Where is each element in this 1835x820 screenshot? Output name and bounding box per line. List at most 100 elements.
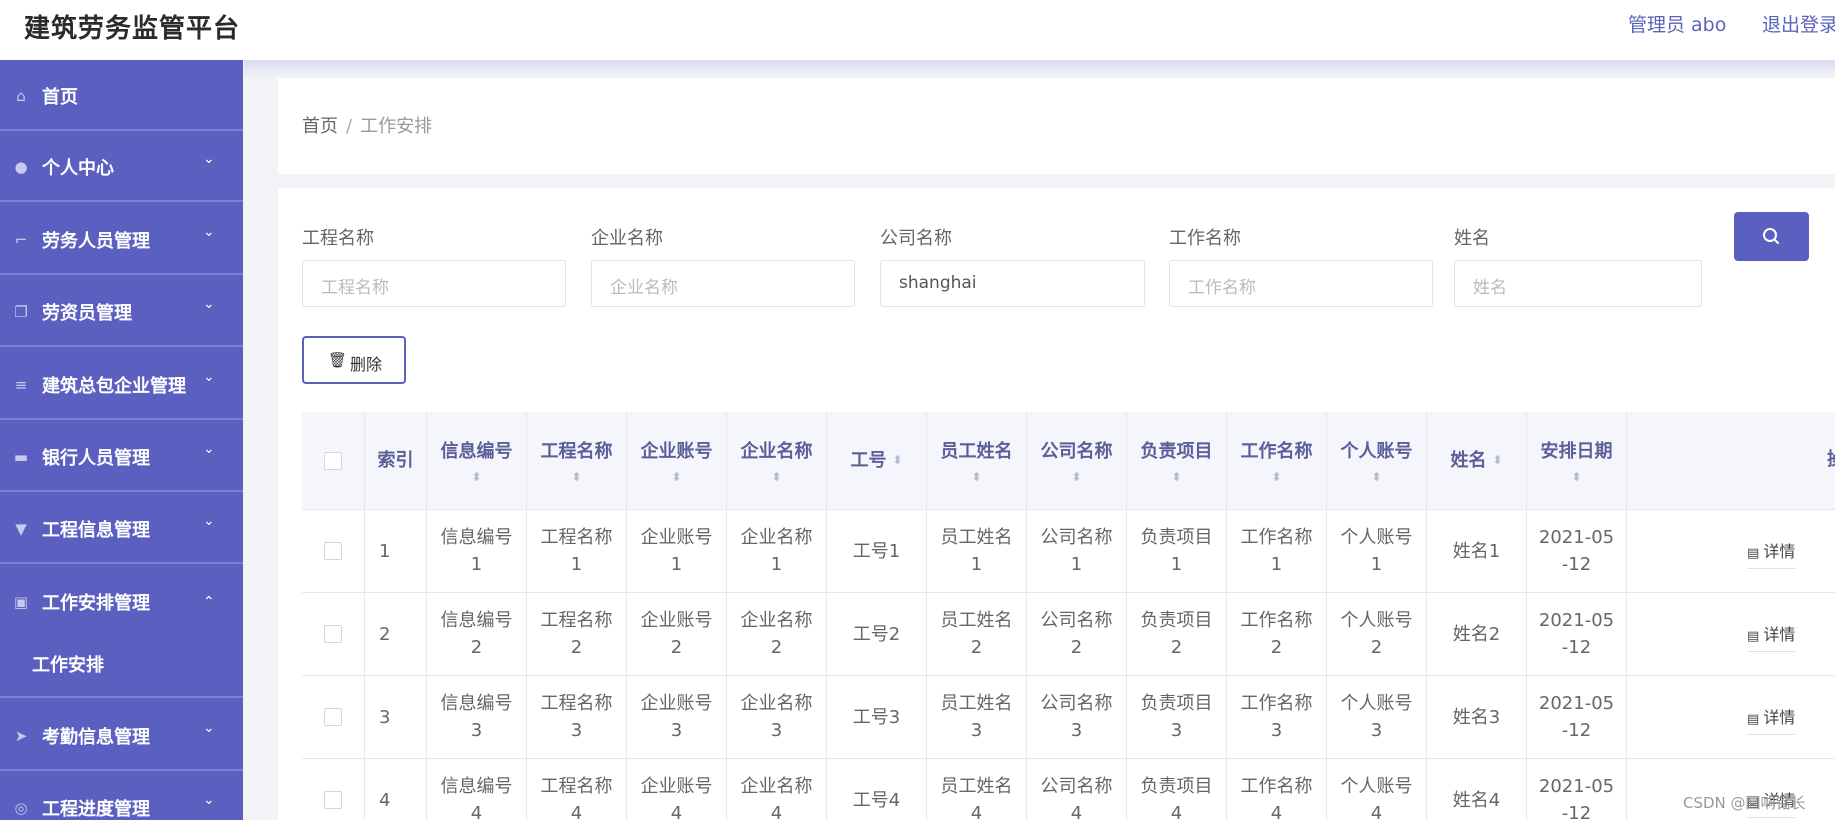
table-cell: 公司名称 1 <box>1027 510 1127 592</box>
table-cell: 工号3 <box>827 676 927 758</box>
select-all-checkbox[interactable] <box>324 451 342 470</box>
chevron-down-icon: ⌄ <box>203 296 215 312</box>
sidebar-item-label: 劳务人员管理 <box>42 231 150 252</box>
column-header[interactable]: 个人账号 ⬍ <box>1327 412 1427 509</box>
sidebar-item-1[interactable]: ⌂ 首页 <box>0 60 243 131</box>
table-cell: 公司名称 2 <box>1027 593 1127 675</box>
row-checkbox[interactable] <box>324 708 342 726</box>
row-checkbox[interactable] <box>324 625 342 643</box>
column-header-label: 工作名称 <box>1240 441 1313 462</box>
column-header[interactable]: 安排日期 ⬍ <box>1527 412 1627 509</box>
column-header[interactable]: 负责项目 ⬍ <box>1127 412 1227 509</box>
column-header[interactable]: 操 <box>1627 412 1835 509</box>
sidebar-item-3[interactable]: ⌐ 劳务人员管理 ⌄ <box>0 204 243 275</box>
table-cell: 4 <box>365 759 427 820</box>
copy-icon: ❐ <box>14 303 28 321</box>
sidebar-item-label: 劳资员管理 <box>42 303 132 324</box>
detail-button[interactable]: ▤ 详情 <box>1747 704 1796 735</box>
logout-link[interactable]: 退出登录 <box>1762 10 1835 37</box>
sidebar-item-6[interactable]: ▬ 银行人员管理 ⌄ <box>0 421 243 492</box>
table-cell: 姓名2 <box>1427 593 1527 675</box>
table-cell: 信息编号 2 <box>427 593 527 675</box>
sidebar-item-4[interactable]: ❐ 劳资员管理 ⌄ <box>0 276 243 347</box>
row-checkbox[interactable] <box>324 791 342 809</box>
sort-icon[interactable]: ⬍ <box>892 447 902 474</box>
column-header[interactable]: 工作名称 ⬍ <box>1227 412 1327 509</box>
sidebar-item-5[interactable]: ≡ 建筑总包企业管理 ⌄ <box>0 349 243 420</box>
sort-icon[interactable]: ⬍ <box>1171 471 1181 483</box>
table-cell: 工作名称 2 <box>1227 593 1327 675</box>
detail-button[interactable]: ▤ 详情 <box>1747 621 1796 652</box>
trash-icon: 🗑 <box>328 351 348 369</box>
sidebar-item-9[interactable]: ➤ 考勤信息管理 ⌄ <box>0 700 243 771</box>
sidebar-item-10[interactable]: ◎ 工程进度管理 ⌄ <box>0 772 243 820</box>
table-cell: 个人账号 3 <box>1327 676 1427 758</box>
search-button[interactable] <box>1734 212 1809 261</box>
table-cell: 工程名称 2 <box>527 593 627 675</box>
home-icon: ⌂ <box>16 87 26 105</box>
column-header[interactable]: 公司名称 ⬍ <box>1027 412 1127 509</box>
column-header[interactable]: 信息编号 ⬍ <box>427 412 527 509</box>
sort-icon[interactable]: ⬍ <box>971 471 981 483</box>
actions-cell <box>1627 593 1835 675</box>
filter-input-3[interactable]: shanghai <box>880 260 1145 307</box>
breadcrumb-current: 工作安排 <box>360 116 433 137</box>
select-all-cell <box>302 412 365 509</box>
filter-label: 工作名称 <box>1169 228 1241 249</box>
sort-icon[interactable]: ⬍ <box>471 471 481 483</box>
sort-icon[interactable]: ⬍ <box>1571 471 1581 483</box>
column-header[interactable]: 工号 ⬍ <box>827 412 927 509</box>
sidebar-item-label: 首页 <box>42 87 78 108</box>
column-header[interactable]: 企业名称 ⬍ <box>727 412 827 509</box>
row-select-cell <box>302 676 365 758</box>
table-cell: 姓名3 <box>1427 676 1527 758</box>
column-header[interactable]: 姓名 ⬍ <box>1427 412 1527 509</box>
sort-icon[interactable]: ⬍ <box>1271 471 1281 483</box>
sidebar-subitem-work-schedule[interactable]: 工作安排 <box>0 627 243 698</box>
table-cell: 信息编号 4 <box>427 759 527 820</box>
column-header-label: 企业账号 <box>640 441 713 462</box>
column-header-label: 操 <box>1827 446 1835 473</box>
table-cell: 负责项目 2 <box>1127 593 1227 675</box>
column-header[interactable]: 工程名称 ⬍ <box>527 412 627 509</box>
column-header-label: 负责项目 <box>1140 441 1213 462</box>
table-cell: 姓名4 <box>1427 759 1527 820</box>
detail-button[interactable]: ▤ 详情 <box>1747 538 1796 569</box>
sort-icon[interactable]: ⬍ <box>771 471 781 483</box>
filter-input-1[interactable]: 工程名称 <box>302 260 566 307</box>
sidebar-item-2[interactable]: ● 个人中心 ⌄ <box>0 131 243 202</box>
breadcrumb-card: 首页 / 工作安排 <box>278 78 1835 174</box>
row-select-cell <box>302 593 365 675</box>
column-header-label: 工程名称 <box>540 441 613 462</box>
breadcrumb-home[interactable]: 首页 <box>302 116 338 137</box>
table-cell: 企业账号 4 <box>627 759 727 820</box>
sort-icon[interactable]: ⬍ <box>1492 447 1502 474</box>
column-header[interactable]: 索引 <box>365 412 427 509</box>
sidebar-item-7[interactable]: ▼ 工程信息管理 ⌄ <box>0 493 243 564</box>
sort-icon[interactable]: ⬍ <box>1071 471 1081 483</box>
column-header-label: 姓名 <box>1450 450 1487 471</box>
column-header[interactable]: 员工姓名 ⬍ <box>927 412 1027 509</box>
delete-button[interactable]: 🗑 删除 <box>302 336 406 384</box>
sort-icon[interactable]: ⬍ <box>671 471 681 483</box>
table-cell: 工程名称 3 <box>527 676 627 758</box>
table-cell: 姓名1 <box>1427 510 1527 592</box>
column-header-label: 安排日期 <box>1540 441 1613 462</box>
filter-input-5[interactable]: 姓名 <box>1454 260 1702 307</box>
document-icon: ▤ <box>1747 546 1764 561</box>
chevron-down-icon: ⌄ <box>203 792 215 808</box>
table-cell: 工号1 <box>827 510 927 592</box>
row-checkbox[interactable] <box>324 542 342 560</box>
admin-user[interactable]: 管理员 abo <box>1628 10 1726 37</box>
breadcrumb: 首页 / 工作安排 <box>302 112 432 138</box>
header-shadow <box>244 60 1835 78</box>
sort-icon[interactable]: ⬍ <box>571 471 581 483</box>
filter-label: 公司名称 <box>880 228 952 249</box>
filter-input-2[interactable]: 企业名称 <box>591 260 855 307</box>
table-cell: 工作名称 3 <box>1227 676 1327 758</box>
sort-icon[interactable]: ⬍ <box>1371 471 1381 483</box>
table-cell: 工程名称 1 <box>527 510 627 592</box>
column-header[interactable]: 企业账号 ⬍ <box>627 412 727 509</box>
table-cell: 个人账号 1 <box>1327 510 1427 592</box>
filter-input-4[interactable]: 工作名称 <box>1169 260 1433 307</box>
